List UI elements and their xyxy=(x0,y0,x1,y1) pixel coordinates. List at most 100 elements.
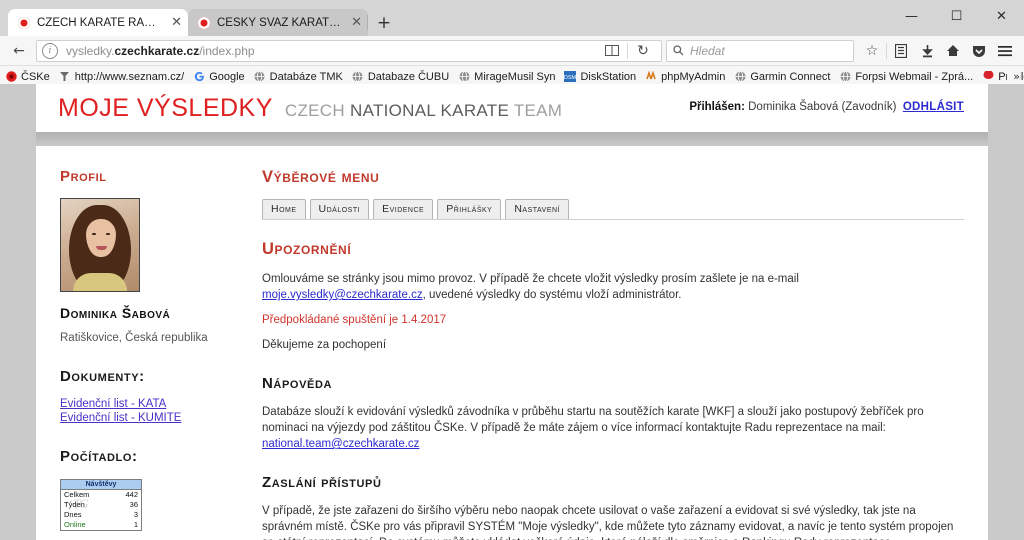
sidebar-heading-profil: Profil xyxy=(60,168,107,185)
bookmark-label: DiskStation xyxy=(580,70,637,83)
site-logo-primary: MOJE VÝSLEDKY xyxy=(58,93,273,122)
counter-value: 442 xyxy=(125,490,138,499)
bookmark-item[interactable]: MirageMusil Syn xyxy=(458,71,555,83)
site-logo-secondary: CZECH NATIONAL KARATE TEAM xyxy=(284,100,563,120)
document-link-kumite[interactable]: Evidenční list - KUMITE xyxy=(60,412,238,424)
globe-icon xyxy=(458,71,470,83)
counter-row: Online 1 xyxy=(61,520,141,530)
section-heading-napoveda: Nápověda xyxy=(262,375,333,392)
site-logo[interactable]: MOJE VÝSLEDKY CZECH NATIONAL KARATE TEAM xyxy=(58,94,562,123)
counter-label: Online xyxy=(64,520,86,529)
sidebar-heading-dokumenty: Dokumenty: xyxy=(60,368,145,385)
bookmark-label: ČSKe xyxy=(21,70,50,83)
close-icon[interactable]: ✕ xyxy=(351,16,362,29)
globe-icon xyxy=(734,71,746,83)
section-upozorneni: Upozornění Omlouváme se stránky jsou mim… xyxy=(262,240,964,353)
tab-evidence[interactable]: Evidence xyxy=(373,199,434,219)
bookmark-item[interactable]: http://www.seznam.cz/ xyxy=(59,71,184,83)
library-icon[interactable] xyxy=(888,38,914,64)
bookmark-label: Databaze ČUBU xyxy=(367,70,450,83)
access-paragraph: V případě, že jste zařazeni do širšího v… xyxy=(262,505,954,540)
login-label: Přihlášen: xyxy=(689,101,745,113)
tab-prihlasky[interactable]: Přihlášky xyxy=(437,199,502,219)
minimize-button[interactable]: — xyxy=(889,0,934,32)
section-heading-upozorneni: Upozornění xyxy=(262,240,352,258)
new-tab-button[interactable]: + xyxy=(367,9,397,36)
maximize-button[interactable]: ☐ xyxy=(934,0,979,32)
browser-window: CZECH KARATE RANKING ✕ ČESKÝ SVAZ KARATE… xyxy=(0,0,1024,540)
search-box[interactable]: Hledat xyxy=(666,39,854,62)
logout-link[interactable]: ODHLÁSIT xyxy=(903,101,964,113)
page-viewport: MOJE VÝSLEDKY CZECH NATIONAL KARATE TEAM… xyxy=(0,84,1024,540)
window-controls: — ☐ ✕ xyxy=(889,0,1024,32)
home-icon[interactable] xyxy=(940,38,966,64)
reload-button[interactable]: ↻ xyxy=(630,38,656,64)
site-info-icon[interactable]: i xyxy=(42,42,58,59)
counter-block: Počítadlo: Návštěvy TG Celkem 442 Týden … xyxy=(60,448,238,531)
tab-udalosti[interactable]: Události xyxy=(309,199,370,219)
globe-icon xyxy=(352,71,364,83)
svg-text:DSM: DSM xyxy=(564,75,576,81)
bookmark-label: Google xyxy=(209,70,245,83)
bookmark-label: phpMyAdmin xyxy=(661,70,726,83)
bookmark-item[interactable]: Google xyxy=(193,70,245,83)
main-column: Výběrové menu Home Události Evidence Při… xyxy=(248,168,964,540)
tab-home[interactable]: Home xyxy=(262,199,306,219)
downloads-icon[interactable] xyxy=(914,38,940,64)
email-link-national-team[interactable]: national.team@czechkarate.cz xyxy=(262,438,419,450)
menu-hamburger-icon[interactable] xyxy=(992,38,1018,64)
counter-value: 1 xyxy=(133,520,138,529)
address-bar-actions: ↻ xyxy=(599,38,656,64)
browser-tab-0[interactable]: CZECH KARATE RANKING ✕ xyxy=(8,9,188,36)
counter-value: 3 xyxy=(133,510,138,519)
counter-title: Návštěvy xyxy=(61,480,141,490)
tab-nastaveni[interactable]: Nastavení xyxy=(505,199,570,219)
url-text: vysledky.czechkarate.cz/index.php xyxy=(66,43,255,58)
circle-red-icon xyxy=(198,16,210,29)
bookmark-item[interactable]: Databáze TMK xyxy=(254,71,343,83)
sidebar: Profil Dominika Šabová Ratiškovice, Česk… xyxy=(60,168,248,540)
site-header: MOJE VÝSLEDKY CZECH NATIONAL KARATE TEAM… xyxy=(36,84,988,132)
page-title: Výběrové menu xyxy=(262,168,380,186)
section-zaslani-pristupu: Zaslání přístupů V případě, že jste zařa… xyxy=(262,474,964,540)
header-shadow xyxy=(36,132,988,146)
bookmark-star-icon[interactable]: ☆ xyxy=(859,38,885,64)
circle-red-icon xyxy=(18,16,30,29)
reader-view-icon[interactable] xyxy=(599,38,625,64)
bookmark-item[interactable]: Forpsi Webmail - Zprá... xyxy=(839,71,973,83)
divider xyxy=(886,42,887,59)
close-window-button[interactable]: ✕ xyxy=(979,0,1024,32)
counter-row: Týden 36 xyxy=(61,500,141,510)
bookmark-item[interactable]: ČSKe xyxy=(5,71,50,83)
back-button[interactable]: ← xyxy=(6,38,32,64)
avatar xyxy=(60,198,140,292)
pocket-icon[interactable] xyxy=(966,38,992,64)
bookmark-item[interactable]: phpMyAdmin xyxy=(645,71,725,83)
browser-toolbar-icons: ☆ xyxy=(859,38,1018,64)
bookmark-label: Databáze TMK xyxy=(269,70,343,83)
browser-tab-1[interactable]: ČESKÝ SVAZ KARATE: Sez... ✕ xyxy=(188,9,368,36)
phpmyadmin-icon xyxy=(645,71,657,83)
browser-tab-title: ČESKÝ SVAZ KARATE: Sez... xyxy=(217,16,341,29)
section-heading-zaslani-pristupu: Zaslání přístupů xyxy=(262,474,382,491)
navigation-toolbar: ← i vysledky.czechkarate.cz/index.php ↻ … xyxy=(0,36,1024,66)
notice-thanks: Děkujeme za pochopení xyxy=(262,339,387,351)
bookmark-label: Garmin Connect xyxy=(750,70,831,83)
help-paragraph: Databáze slouží k evidování výsledků záv… xyxy=(262,406,924,450)
circle-red-icon xyxy=(5,71,17,83)
seznam-icon xyxy=(59,71,71,83)
bookmark-label: Forpsi Webmail - Zprá... xyxy=(855,70,974,83)
tab-strip: CZECH KARATE RANKING ✕ ČESKÝ SVAZ KARATE… xyxy=(0,0,1024,36)
login-username: Dominika Šabová (Zavodník) xyxy=(748,101,897,113)
bookmark-item[interactable]: DSM DiskStation xyxy=(564,71,636,83)
document-link-kata[interactable]: Evidenční list - KATA xyxy=(60,398,238,410)
sidebar-heading-pocitadlo: Počítadlo: xyxy=(60,448,138,465)
counter-row: Dnes 3 xyxy=(61,510,141,520)
documents-block: Dokumenty: Evidenční list - KATA Evidenč… xyxy=(60,368,238,424)
address-bar[interactable]: i vysledky.czechkarate.cz/index.php ↻ xyxy=(36,38,662,64)
counter-row: Celkem 442 xyxy=(61,490,141,500)
bookmark-item[interactable]: Databaze ČUBU xyxy=(352,71,449,83)
close-icon[interactable]: ✕ xyxy=(171,16,182,29)
email-link-moje-vysledky[interactable]: moje.vysledky@czechkarate.cz xyxy=(262,289,423,301)
bookmark-item[interactable]: Garmin Connect xyxy=(734,71,830,83)
